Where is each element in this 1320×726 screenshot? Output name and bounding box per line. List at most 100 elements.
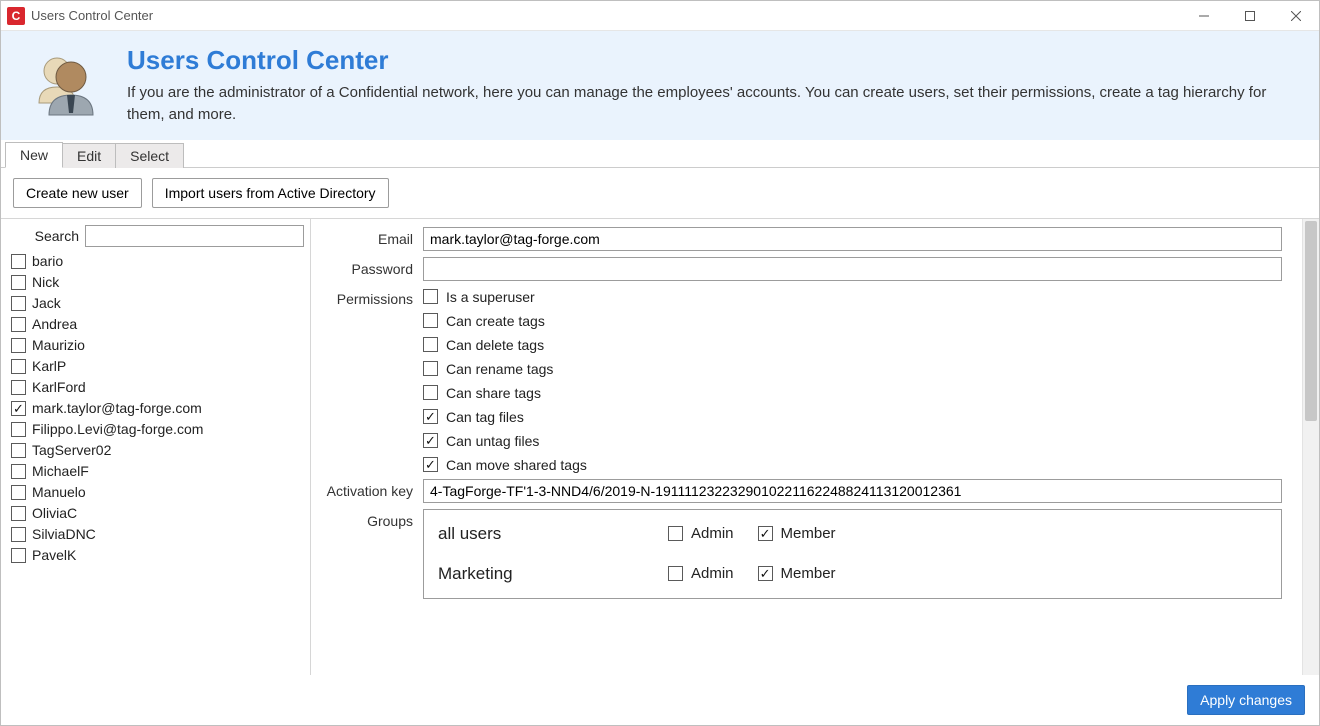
permission-checkbox[interactable]: [423, 313, 438, 328]
page-description: If you are the administrator of a Confid…: [127, 82, 1297, 126]
import-users-button[interactable]: Import users from Active Directory: [152, 178, 389, 208]
footer: Apply changes: [1, 675, 1319, 725]
user-checkbox[interactable]: [11, 296, 26, 311]
user-name: KarlP: [32, 358, 66, 374]
user-list-item[interactable]: Andrea: [11, 314, 310, 335]
tab-edit[interactable]: Edit: [63, 143, 116, 168]
app-icon: C: [7, 7, 25, 25]
user-checkbox[interactable]: [11, 527, 26, 542]
permission-checkbox[interactable]: [423, 433, 438, 448]
group-member-checkbox[interactable]: [758, 566, 773, 581]
user-list-item[interactable]: bario: [11, 251, 310, 272]
user-name: KarlFord: [32, 379, 86, 395]
user-list-item[interactable]: SilviaDNC: [11, 524, 310, 545]
user-name: MichaelF: [32, 463, 89, 479]
user-list-item[interactable]: Manuelo: [11, 482, 310, 503]
group-admin-checkbox[interactable]: [668, 526, 683, 541]
user-list-item[interactable]: Jack: [11, 293, 310, 314]
tab-select[interactable]: Select: [116, 143, 184, 168]
window-controls: [1181, 1, 1319, 30]
user-checkbox[interactable]: [11, 464, 26, 479]
page-title: Users Control Center: [127, 45, 1297, 76]
group-member-label: Member: [781, 565, 836, 582]
user-checkbox[interactable]: [11, 359, 26, 374]
user-checkbox[interactable]: [11, 254, 26, 269]
activation-key-label: Activation key: [319, 479, 423, 499]
user-list-item[interactable]: TagServer02: [11, 440, 310, 461]
search-input[interactable]: [85, 225, 304, 247]
user-list-item[interactable]: mark.taylor@tag-forge.com: [11, 398, 310, 419]
user-list-item[interactable]: Nick: [11, 272, 310, 293]
user-name: mark.taylor@tag-forge.com: [32, 400, 202, 416]
user-name: Manuelo: [32, 484, 86, 500]
form-pane: Email Password Permissions Is a superuse…: [311, 219, 1319, 676]
user-list-item[interactable]: KarlP: [11, 356, 310, 377]
permission-item: Can share tags: [423, 385, 1282, 401]
user-name: OliviaC: [32, 505, 77, 521]
permission-checkbox[interactable]: [423, 337, 438, 352]
password-field[interactable]: [423, 257, 1282, 281]
permissions-label: Permissions: [319, 287, 423, 307]
tab-new[interactable]: New: [5, 142, 63, 168]
user-checkbox[interactable]: [11, 317, 26, 332]
user-list-item[interactable]: PavelK: [11, 545, 310, 566]
group-row: Marketing Admin Member: [424, 554, 1281, 594]
permission-label: Can share tags: [446, 385, 541, 401]
user-list-item[interactable]: Maurizio: [11, 335, 310, 356]
group-member-cell: Member: [758, 565, 836, 582]
create-new-user-button[interactable]: Create new user: [13, 178, 142, 208]
user-checkbox[interactable]: [11, 485, 26, 500]
user-list-item[interactable]: KarlFord: [11, 377, 310, 398]
password-label: Password: [319, 257, 423, 277]
form-scrollbar[interactable]: [1302, 219, 1319, 676]
group-admin-label: Admin: [691, 565, 734, 582]
permission-label: Is a superuser: [446, 289, 535, 305]
email-field[interactable]: [423, 227, 1282, 251]
user-name: Maurizio: [32, 337, 85, 353]
user-name: Filippo.Levi@tag-forge.com: [32, 421, 203, 437]
action-toolbar: Create new user Import users from Active…: [1, 168, 1319, 218]
user-list-item[interactable]: Filippo.Levi@tag-forge.com: [11, 419, 310, 440]
user-checkbox[interactable]: [11, 401, 26, 416]
user-name: Nick: [32, 274, 59, 290]
minimize-button[interactable]: [1181, 1, 1227, 30]
permission-item: Can tag files: [423, 409, 1282, 425]
user-list-item[interactable]: MichaelF: [11, 461, 310, 482]
permission-checkbox[interactable]: [423, 457, 438, 472]
user-checkbox[interactable]: [11, 443, 26, 458]
group-admin-cell: Admin: [668, 565, 734, 582]
user-list-item[interactable]: OliviaC: [11, 503, 310, 524]
activation-key-field[interactable]: [423, 479, 1282, 503]
user-checkbox[interactable]: [11, 275, 26, 290]
group-name: Marketing: [438, 564, 668, 584]
user-checkbox[interactable]: [11, 506, 26, 521]
permission-label: Can move shared tags: [446, 457, 587, 473]
main-body: Search barioNickJackAndreaMaurizioKarlPK…: [1, 218, 1319, 676]
maximize-button[interactable]: [1227, 1, 1273, 30]
user-checkbox[interactable]: [11, 338, 26, 353]
user-list[interactable]: bario Nick JackAndrea Maurizio KarlP KarlFord…: [11, 251, 310, 670]
users-icon: [21, 45, 111, 123]
permission-label: Can rename tags: [446, 361, 553, 377]
permission-checkbox[interactable]: [423, 385, 438, 400]
user-name: PavelK: [32, 547, 76, 563]
group-member-cell: Member: [758, 525, 836, 542]
user-checkbox[interactable]: [11, 380, 26, 395]
permission-checkbox[interactable]: [423, 361, 438, 376]
header-banner: Users Control Center If you are the admi…: [1, 31, 1319, 140]
permissions-list: Is a superuserCan create tagsCan delete …: [423, 287, 1282, 473]
group-admin-checkbox[interactable]: [668, 566, 683, 581]
apply-changes-button[interactable]: Apply changes: [1187, 685, 1305, 715]
close-button[interactable]: [1273, 1, 1319, 30]
scrollbar-thumb[interactable]: [1305, 221, 1317, 421]
user-checkbox[interactable]: [11, 548, 26, 563]
group-admin-label: Admin: [691, 525, 734, 542]
permission-item: Can untag files: [423, 433, 1282, 449]
permission-checkbox[interactable]: [423, 409, 438, 424]
group-member-checkbox[interactable]: [758, 526, 773, 541]
tab-bar: New Edit Select: [1, 140, 1319, 168]
permission-checkbox[interactable]: [423, 289, 438, 304]
user-checkbox[interactable]: [11, 422, 26, 437]
permission-label: Can tag files: [446, 409, 524, 425]
user-list-pane: Search barioNickJackAndreaMaurizioKarlPK…: [1, 219, 311, 676]
